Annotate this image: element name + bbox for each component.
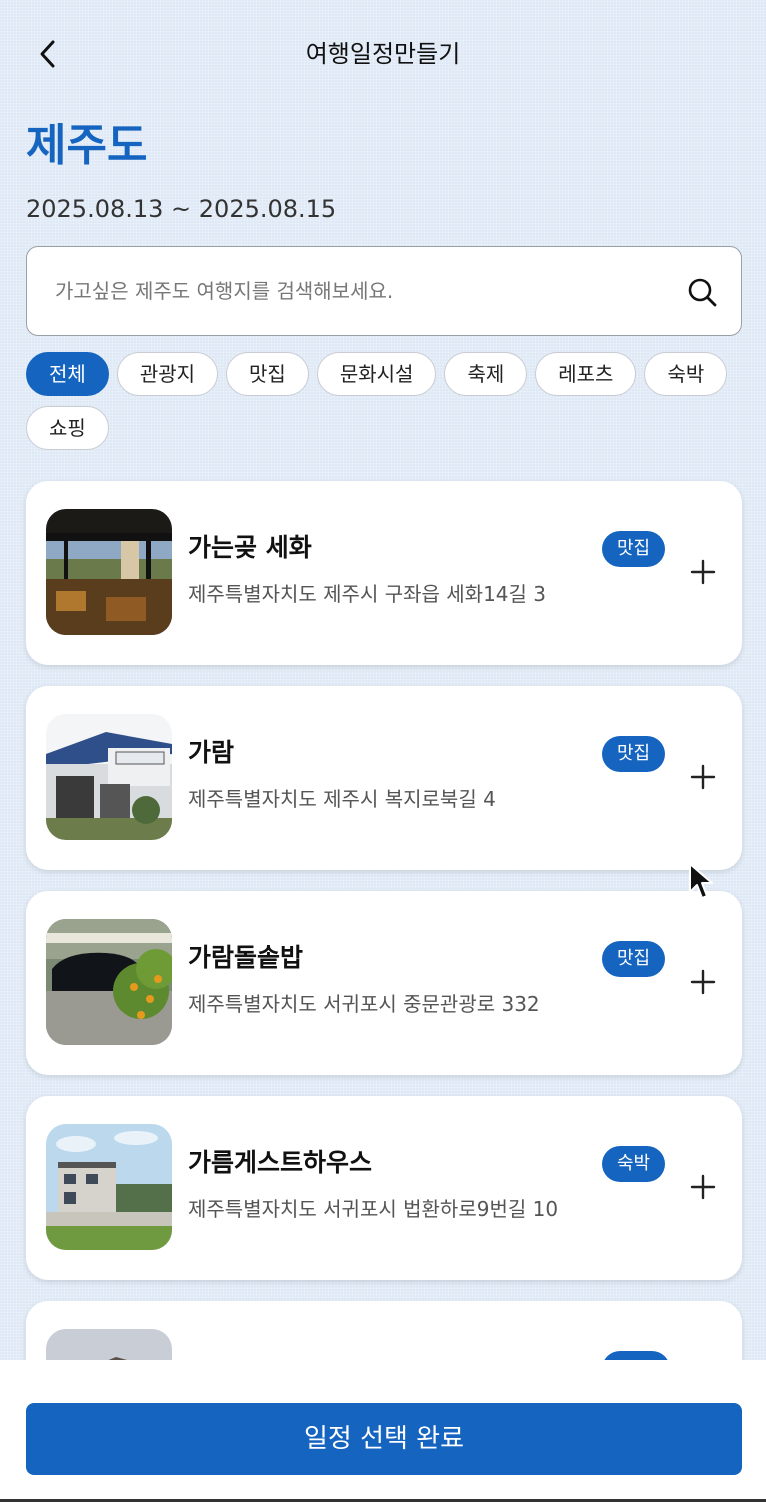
plus-icon (690, 559, 716, 585)
place-name: 가람돌솥밥 (188, 943, 304, 972)
search-input[interactable] (55, 271, 655, 311)
category-chip-leisure-sports[interactable]: 레포츠 (535, 352, 637, 396)
category-badge: 맛집 (602, 531, 666, 567)
place-thumbnail (46, 509, 172, 635)
category-filter: 전체 관광지 맛집 문화시설 축제 레포츠 숙박 쇼핑 (26, 352, 746, 450)
category-chip-attractions[interactable]: 관광지 (116, 352, 219, 396)
category-badge: 숙박 (602, 1146, 666, 1182)
place-thumbnail (46, 1124, 172, 1250)
mouse-cursor-icon (689, 863, 713, 899)
category-chip-festivals[interactable]: 축제 (444, 352, 528, 396)
add-place-button[interactable] (686, 965, 720, 999)
place-thumbnail (46, 714, 172, 840)
place-thumbnail (46, 919, 172, 1045)
add-place-button[interactable] (686, 1170, 720, 1204)
add-place-button[interactable] (686, 760, 720, 794)
plus-icon (690, 1174, 716, 1200)
place-name: 가는곶 세화 (188, 533, 312, 562)
trip-date-range: 2025.08.13 ~ 2025.08.15 (26, 195, 337, 223)
category-chip-culture[interactable]: 문화시설 (316, 352, 437, 396)
search-box (26, 246, 742, 336)
category-chip-lodging[interactable]: 숙박 (644, 352, 728, 396)
page-title: 여행일정만들기 (305, 40, 461, 68)
region-title: 제주도 (26, 120, 148, 171)
category-chip-restaurants[interactable]: 맛집 (226, 352, 309, 396)
plus-icon (690, 969, 716, 995)
place-card[interactable]: 가름게스트하우스 제주특별자치도 서귀포시 법환하로9번길 10 숙박 (26, 1096, 742, 1280)
plus-icon (690, 764, 716, 790)
complete-selection-button[interactable]: 일정 선택 완료 (26, 1403, 742, 1475)
place-address: 제주특별자치도 제주시 구좌읍 세화14길 3 (188, 582, 547, 606)
category-chip-shopping[interactable]: 쇼핑 (26, 406, 109, 450)
app-header: 여행일정만들기 (0, 0, 766, 108)
place-name: 가름게스트하우스 (188, 1148, 373, 1177)
search-icon (688, 278, 717, 307)
category-chip-all[interactable]: 전체 (26, 352, 109, 396)
place-name: 가람 (188, 738, 235, 767)
place-address: 제주특별자치도 서귀포시 중문관광로 332 (188, 992, 540, 1016)
place-card[interactable]: 가람 제주특별자치도 제주시 복지로북길 4 맛집 (26, 686, 742, 870)
place-card[interactable]: 가는곶 세화 제주특별자치도 제주시 구좌읍 세화14길 3 맛집 (26, 481, 742, 665)
add-place-button[interactable] (686, 555, 720, 589)
category-badge: 맛집 (602, 941, 666, 977)
search-button[interactable] (683, 273, 721, 311)
category-badge: 맛집 (602, 736, 666, 772)
place-address: 제주특별자치도 제주시 복지로북길 4 (188, 787, 496, 811)
bottom-action-bar: 일정 선택 완료 (0, 1360, 766, 1502)
place-card[interactable]: 가람돌솥밥 제주특별자치도 서귀포시 중문관광로 332 맛집 (26, 891, 742, 1075)
place-address: 제주특별자치도 서귀포시 법환하로9번길 10 (188, 1197, 559, 1221)
